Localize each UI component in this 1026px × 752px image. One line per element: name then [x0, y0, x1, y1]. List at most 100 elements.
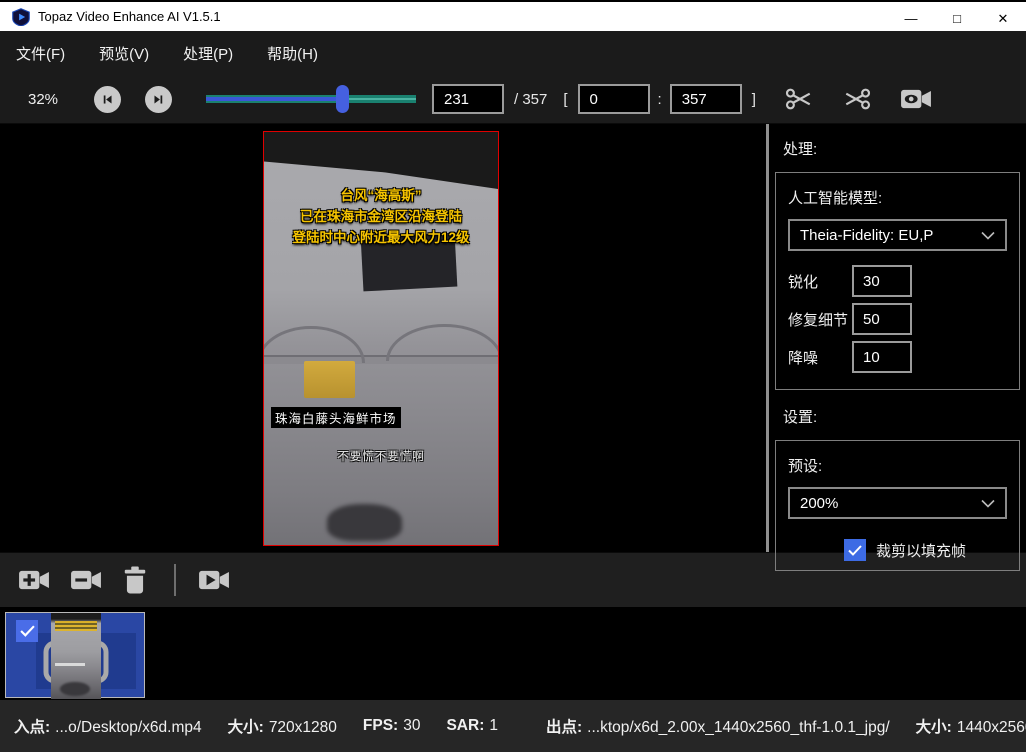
status-fps: FPS:30 [363, 717, 421, 735]
status-input-size: 大小: 720x1280 [228, 715, 337, 737]
status-input-path: 入点: ...o/Desktop/x6d.mp4 [14, 715, 202, 737]
slider-progress [206, 97, 343, 101]
camera-play-icon [198, 567, 230, 593]
status-input-size-label: 大小: [228, 719, 264, 736]
crop-to-fill-row: 裁剪以填充帧 [844, 539, 1007, 561]
overlay-title-line1: 台风“海高斯” [264, 186, 498, 207]
window-controls: — □ ✕ [888, 4, 1026, 33]
menu-help[interactable]: 帮助(H) [265, 39, 320, 68]
preset-group: 预设: 200% 裁剪以填充帧 [775, 440, 1020, 571]
close-button[interactable]: ✕ [980, 4, 1026, 33]
restore-detail-input[interactable] [852, 303, 912, 335]
sharpen-label: 锐化 [788, 271, 852, 292]
thumbnail-strip [0, 607, 1026, 700]
camera-minus-icon [70, 567, 102, 593]
timeline-slider[interactable] [206, 85, 416, 113]
chevron-down-icon [981, 499, 995, 508]
status-bar: 入点: ...o/Desktop/x6d.mp4 大小: 720x1280 FPS:… [0, 700, 1026, 752]
range-separator: : [658, 91, 662, 108]
app-logo-icon [12, 8, 30, 26]
thumbnail-checkbox[interactable] [16, 620, 38, 642]
playback-toolbar: 32% / 357 [ : ] [0, 75, 1026, 124]
minimize-button[interactable]: — [888, 4, 934, 33]
check-icon [848, 545, 862, 556]
video-preview-frame[interactable]: 台风“海高斯” 已在珠海市金湾区沿海登陆 登陆时中心附近最大风力12级 珠海白藤… [263, 131, 499, 546]
cut-left-scissors-icon [784, 86, 814, 112]
preview-area: 台风“海高斯” 已在珠海市金湾区沿海登陆 登陆时中心附近最大风力12级 珠海白藤… [0, 124, 755, 552]
main-area: 台风“海高斯” 已在珠海市金湾区沿海登陆 登陆时中心附近最大风力12级 珠海白藤… [0, 124, 1026, 552]
sharpen-input[interactable] [852, 265, 912, 297]
range-end-input[interactable] [670, 84, 742, 114]
skip-to-start-icon [100, 92, 115, 107]
restore-detail-label: 修复细节 [788, 309, 852, 330]
menu-process[interactable]: 处理(P) [181, 39, 235, 68]
menu-preview[interactable]: 预览(V) [97, 39, 151, 68]
check-icon [20, 625, 35, 637]
restore-detail-row: 修复细节 [788, 303, 1007, 335]
preset-dropdown[interactable]: 200% [788, 487, 1007, 519]
skip-to-end-icon [151, 92, 166, 107]
maximize-button[interactable]: □ [934, 4, 980, 33]
settings-sidebar: 处理: 人工智能模型: Theia-Fidelity: EU,P 锐化 修复细节… [755, 124, 1026, 552]
processing-heading: 处理: [783, 138, 1020, 159]
settings-heading: 设置: [783, 406, 1020, 427]
trim-end-button[interactable] [842, 86, 872, 112]
status-sar-label: SAR: [446, 717, 484, 734]
ai-model-group: 人工智能模型: Theia-Fidelity: EU,P 锐化 修复细节 降噪 [775, 172, 1020, 390]
thumbnail-yellow-text [55, 621, 97, 631]
status-output-label: 出点: [546, 719, 582, 736]
range-start-input[interactable] [578, 84, 650, 114]
status-input-label: 入点: [14, 719, 50, 736]
remove-video-button[interactable] [70, 567, 102, 593]
video-thumbnail-selected[interactable] [5, 612, 145, 698]
status-output-size-label: 大小: [916, 719, 952, 736]
range-bracket-close: ] [752, 91, 756, 108]
trim-start-button[interactable] [784, 86, 814, 112]
crop-to-fill-label: 裁剪以填充帧 [876, 540, 966, 561]
status-output-path: 出点: ...ktop/x6d_2.00x_1440x2560_thf-1.0.1… [546, 715, 890, 737]
range-bracket-open: [ [563, 91, 567, 108]
sharpen-row: 锐化 [788, 265, 1007, 297]
video-location-label: 珠海白藤头海鲜市场 [271, 407, 401, 428]
denoise-row: 降噪 [788, 341, 1007, 373]
menu-file[interactable]: 文件(F) [14, 39, 67, 68]
preset-value: 200% [800, 495, 838, 512]
thumbnail-dark-object [60, 682, 90, 696]
trash-icon [122, 566, 148, 594]
video-yellow-bus [304, 361, 355, 398]
add-video-button[interactable] [18, 567, 50, 593]
video-caption: 不要慌不要慌啊 [264, 448, 498, 464]
ai-model-label: 人工智能模型: [788, 187, 1007, 208]
slider-handle[interactable] [336, 85, 349, 113]
panel-scrollbar[interactable] [766, 124, 769, 552]
status-output-size-value: 1440x2560 [957, 719, 1026, 736]
menu-bar: 文件(F) 预览(V) 处理(P) 帮助(H) [0, 31, 1026, 75]
status-input-size-value: 720x1280 [269, 719, 337, 736]
status-input-value: ...o/Desktop/x6d.mp4 [55, 719, 201, 736]
video-dark-object [327, 504, 402, 541]
ai-model-value: Theia-Fidelity: EU,P [800, 227, 933, 244]
overlay-title-line2: 已在珠海市金湾区沿海登陆 [264, 207, 498, 228]
video-overlay-title: 台风“海高斯” 已在珠海市金湾区沿海登陆 登陆时中心附近最大风力12级 [264, 186, 498, 249]
denoise-input[interactable] [852, 341, 912, 373]
status-sar-value: 1 [489, 717, 498, 734]
status-output-value: ...ktop/x6d_2.00x_1440x2560_thf-1.0.1_jp… [587, 719, 890, 736]
skip-to-start-button[interactable] [94, 86, 121, 113]
preview-camera-button[interactable] [900, 86, 932, 112]
cut-right-scissors-icon [842, 86, 872, 112]
camera-eye-icon [900, 86, 932, 112]
status-fps-label: FPS: [363, 717, 398, 734]
crop-to-fill-checkbox[interactable] [844, 539, 866, 561]
current-frame-input[interactable] [432, 84, 504, 114]
chevron-down-icon [981, 231, 995, 240]
skip-to-end-button[interactable] [145, 86, 172, 113]
total-frames-label: / 357 [514, 91, 547, 108]
thumbnail-video-image [51, 613, 101, 699]
camera-plus-icon [18, 567, 50, 593]
zoom-level-label: 32% [28, 91, 70, 108]
overlay-title-line3: 登陆时中心附近最大风力12级 [264, 228, 498, 249]
ai-model-dropdown[interactable]: Theia-Fidelity: EU,P [788, 219, 1007, 251]
title-bar: Topaz Video Enhance AI V1.5.1 — □ ✕ [0, 0, 1026, 31]
process-video-button[interactable] [198, 567, 230, 593]
delete-button[interactable] [122, 566, 148, 594]
